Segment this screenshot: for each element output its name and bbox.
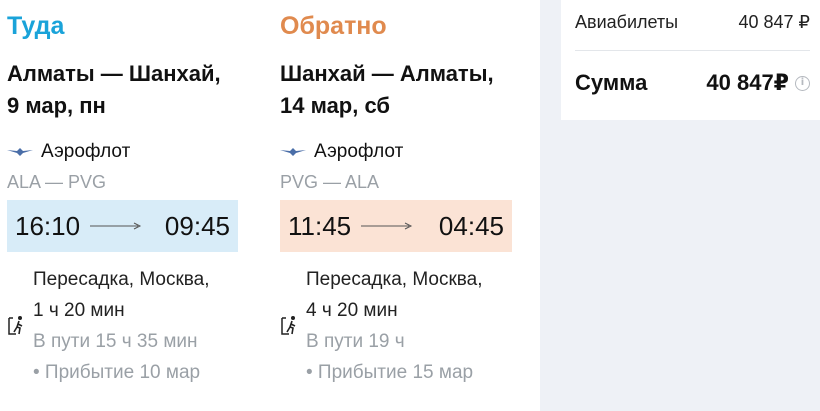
tickets-row: Авиабилеты 40 847 ₽ [575,12,810,33]
outbound-date: 9 мар, пн [7,93,106,118]
tickets-label: Авиабилеты [575,12,679,32]
total-value-wrap: 40 847₽ i [706,70,810,96]
info-icon[interactable]: i [795,75,810,91]
return-title: Обратно [280,12,387,40]
aeroflot-logo-icon [7,148,33,156]
return-airline-name: Аэрофлот [314,141,404,162]
return-date: 14 мар, сб [280,93,390,118]
total-row: Сумма 40 847₽ i [575,70,810,96]
outbound-route-cities: Алматы — Шанхай, [7,61,221,86]
return-travel-time: В пути 19 ч [306,331,405,352]
outbound-layover-duration: 1 ч 20 мин [33,300,125,321]
transfer-walk-icon [7,314,27,341]
return-layover-duration: 4 ч 20 мин [306,300,398,321]
outbound-airline: Аэрофлот [7,141,130,163]
return-arrive-time: 04:45 [438,210,504,241]
return-stop-info: Пересадка, Москва, 4 ч 20 мин В пути 19 … [306,264,483,388]
price-summary-card: Авиабилеты 40 847 ₽ Сумма 40 847₽ i [561,0,820,120]
outbound-airline-name: Аэрофлот [41,141,131,162]
outbound-route: Алматы — Шанхай, 9 мар, пн [7,58,221,122]
outbound-arrive-time: 09:45 [164,210,230,241]
outbound-depart-time: 16:10 [15,210,81,241]
return-layover-place: Пересадка, Москва, [306,269,483,290]
outbound-layover-place: Пересадка, Москва, [33,269,210,290]
total-label: Сумма [575,70,648,95]
return-time-box[interactable]: 11:45 04:45 [280,200,512,252]
arrow-right-icon [361,222,429,230]
transfer-walk-icon [280,314,300,341]
booking-page: Туда Алматы — Шанхай, 9 мар, пн Аэрофлот… [0,0,820,411]
outbound-airport-codes: ALA — PVG [7,172,107,192]
return-route-cities: Шанхай — Алматы, [280,61,494,86]
outbound-time-box[interactable]: 16:10 09:45 [7,200,238,252]
return-arrival-note: • Прибытие 15 мар [306,362,474,383]
return-airline: Аэрофлот [280,141,403,163]
arrow-right-icon [90,222,155,230]
aeroflot-logo-icon [280,148,306,156]
outbound-stop-info: Пересадка, Москва, 1 ч 20 мин В пути 15 … [33,264,210,388]
summary-divider [575,50,810,51]
return-airport-codes: PVG — ALA [280,172,380,192]
total-price: 40 847₽ [706,70,789,95]
return-depart-time: 11:45 [288,210,352,241]
outbound-arrival-note: • Прибытие 10 мар [33,362,201,383]
return-route: Шанхай — Алматы, 14 мар, сб [280,58,494,122]
outbound-title: Туда [7,12,65,40]
outbound-travel-time: В пути 15 ч 35 мин [33,331,198,352]
tickets-price: 40 847 ₽ [738,12,810,32]
